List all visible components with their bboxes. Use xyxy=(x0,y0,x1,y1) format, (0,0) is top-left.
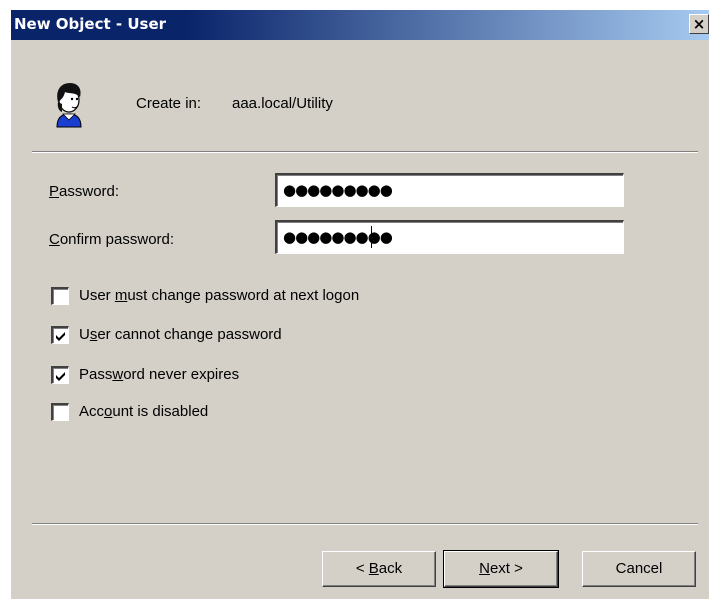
password-value: ●●●●●●●●● xyxy=(283,181,393,199)
back-button[interactable]: < Back xyxy=(322,551,436,587)
confirm-password-label-mnemonic: C xyxy=(49,231,60,248)
account-disabled-label: Account is disabled xyxy=(79,403,209,420)
checkbox-account-disabled[interactable] xyxy=(51,403,69,421)
checkmark-icon xyxy=(56,372,65,381)
create-in-path: aaa.local/Utility xyxy=(232,95,333,112)
password-label-text: assword: xyxy=(59,183,120,200)
password-label: Password: xyxy=(49,183,119,200)
checkbox-password-never-expires[interactable] xyxy=(51,366,69,384)
dialog-window: New Object - User × Create in: aaa.local… xyxy=(10,9,709,599)
next-button[interactable]: Next > xyxy=(443,550,559,588)
close-icon: × xyxy=(692,15,706,33)
user-icon xyxy=(56,83,82,128)
checkmark-icon xyxy=(56,332,65,341)
checkbox-must-change-password[interactable] xyxy=(51,287,69,305)
must-change-password-label: User must change password at next logon xyxy=(79,287,360,304)
cancel-button[interactable]: Cancel xyxy=(582,551,696,587)
checkbox-cannot-change-password[interactable] xyxy=(51,326,69,344)
password-never-expires-label: Password never expires xyxy=(79,366,240,383)
window-title: New Object - User xyxy=(14,15,167,33)
password-field[interactable]: ●●●●●●●●● xyxy=(275,173,624,207)
password-label-mnemonic: P xyxy=(49,183,60,200)
close-button[interactable]: × xyxy=(689,14,709,34)
cannot-change-password-label: User cannot change password xyxy=(79,326,282,343)
confirm-password-label-text: onfirm password: xyxy=(59,231,175,248)
confirm-password-value: ●●●●●●●●● xyxy=(283,228,393,246)
confirm-password-label: Confirm password: xyxy=(49,231,174,248)
title-bar[interactable]: New Object - User × xyxy=(11,10,709,40)
bottom-divider xyxy=(32,523,698,525)
create-in-label: Create in: xyxy=(136,95,202,112)
top-divider xyxy=(32,151,698,153)
text-caret xyxy=(371,226,372,248)
confirm-password-field[interactable]: ●●●●●●●●● xyxy=(275,220,624,254)
